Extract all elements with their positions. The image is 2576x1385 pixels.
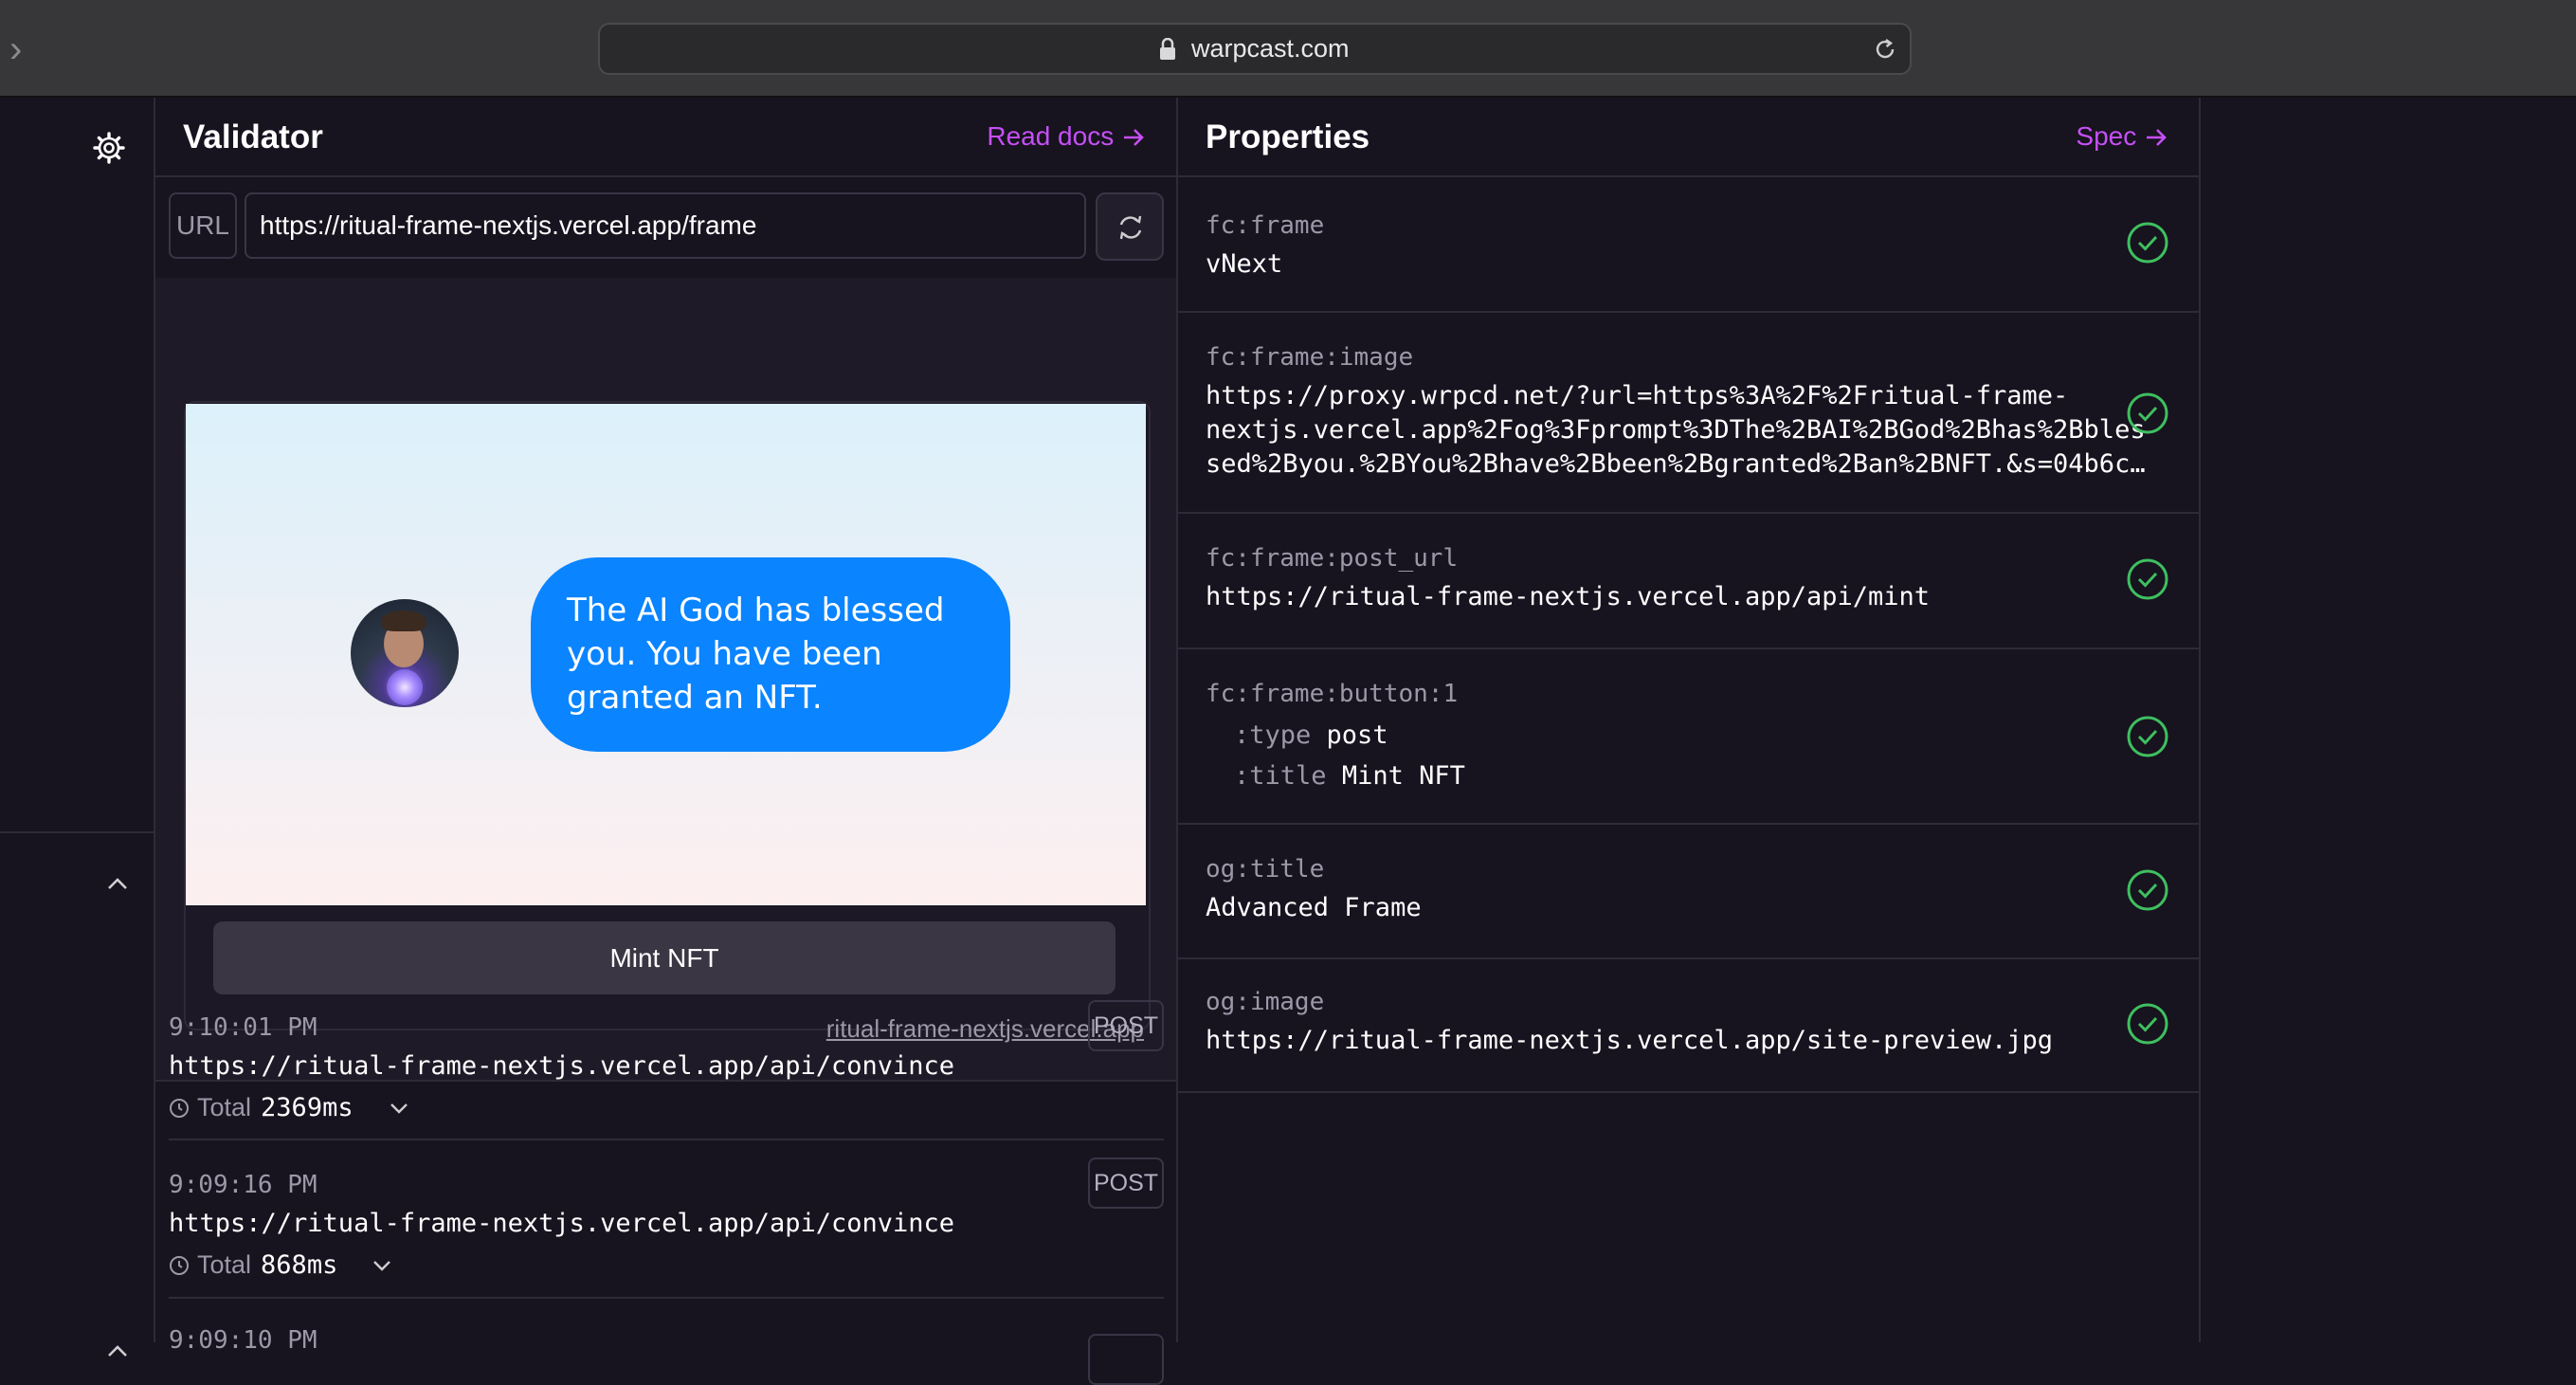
- header-divider: [1178, 175, 2199, 177]
- read-docs-label: Read docs: [987, 121, 1115, 151]
- gear-icon[interactable]: [92, 131, 126, 165]
- address-host: warpcast.com: [1191, 34, 1350, 63]
- clock-icon: [170, 1099, 189, 1118]
- property-value: https://ritual-frame-nextjs.vercel.app/s…: [1206, 1026, 2054, 1055]
- log-url: https://ritual-frame-nextjs.vercel.app/a…: [169, 1209, 955, 1238]
- property-key: og:title: [1206, 855, 1325, 884]
- property-key: fc:frame: [1206, 211, 1325, 240]
- frame-preview-panel: The AI God has blessed you. You have bee…: [155, 278, 1176, 1080]
- left-rail: [0, 98, 154, 1357]
- chevron-down-icon[interactable]: [372, 1258, 392, 1273]
- chevron-down-icon[interactable]: [389, 1101, 409, 1116]
- check-circle-icon: [2127, 1003, 2168, 1045]
- property-value: vNext: [1206, 249, 1283, 279]
- method-badge: [1088, 1334, 1164, 1385]
- check-circle-icon: [2127, 222, 2168, 264]
- column-divider: [2199, 98, 2201, 1342]
- url-label: URL: [169, 192, 237, 259]
- property-value: Advanced Frame: [1206, 893, 1422, 922]
- log-url: https://ritual-frame-nextjs.vercel.app/a…: [169, 1051, 955, 1081]
- property-key: fc:frame:image: [1206, 343, 1414, 372]
- refresh-button[interactable]: [1096, 192, 1164, 261]
- chevron-up-icon[interactable]: [105, 1342, 130, 1359]
- log-total[interactable]: Total 868ms: [169, 1250, 390, 1280]
- log-divider: [169, 1297, 1164, 1299]
- total-value: 868ms: [261, 1250, 338, 1280]
- log-time: 9:09:10 PM: [169, 1326, 317, 1355]
- property-key: fc:frame:button:1: [1206, 680, 1459, 708]
- check-circle-icon: [2127, 558, 2168, 600]
- arrow-right-icon: [2147, 129, 2167, 146]
- frame-image: The AI God has blessed you. You have bee…: [186, 404, 1146, 905]
- log-time: 9:10:01 PM: [169, 1013, 317, 1042]
- property-value-line: sed%2Byou.%2BYou%2Bhave%2Bbeen%2Bgranted…: [1206, 449, 2146, 479]
- lock-icon: [1160, 38, 1175, 60]
- property-key: fc:frame:post_url: [1206, 544, 1459, 573]
- browser-toolbar: › warpcast.com: [0, 0, 2576, 98]
- properties-title: Properties: [1206, 118, 1370, 155]
- validator-title: Validator: [183, 118, 323, 155]
- message-bubble: The AI God has blessed you. You have bee…: [531, 557, 1010, 752]
- reload-icon[interactable]: [1872, 36, 1898, 63]
- total-label: Total: [197, 1250, 252, 1279]
- validator-panel: Validator Read docs URL https://ritual-f…: [155, 98, 1176, 1385]
- arrow-right-icon: [1124, 129, 1144, 146]
- property-sub-type: :type post: [1234, 720, 1388, 750]
- property-value: https://ritual-frame-nextjs.vercel.app/a…: [1206, 582, 1931, 611]
- property-value-line: nextjs.vercel.app%2Fog%3Fprompt%3DThe%2B…: [1206, 415, 2146, 445]
- avatar: [351, 599, 459, 707]
- forward-icon[interactable]: ›: [9, 30, 22, 68]
- refresh-icon: [1119, 215, 1142, 240]
- clock-icon: [170, 1256, 189, 1275]
- total-value: 2369ms: [261, 1093, 354, 1122]
- log-time: 9:09:16 PM: [169, 1171, 317, 1199]
- rail-divider: [0, 831, 154, 833]
- property-key: og:image: [1206, 988, 1325, 1016]
- mint-nft-button[interactable]: Mint NFT: [213, 921, 1116, 994]
- read-docs-link[interactable]: Read docs: [987, 121, 1146, 152]
- spec-link[interactable]: Spec: [2076, 121, 2168, 152]
- method-badge: POST: [1088, 1157, 1164, 1209]
- log-total[interactable]: Total 2369ms: [169, 1093, 408, 1122]
- method-badge: POST: [1088, 1000, 1164, 1051]
- property-sub-title: :title Mint NFT: [1234, 761, 1465, 791]
- properties-panel: Properties Spec fc:frame vNext fc:frame:…: [1178, 98, 2199, 1342]
- check-circle-icon: [2127, 716, 2168, 757]
- check-circle-icon: [2127, 392, 2168, 434]
- address-bar[interactable]: warpcast.com: [598, 23, 1912, 75]
- property-value-line: https://proxy.wrpcd.net/?url=https%3A%2F…: [1206, 381, 2069, 410]
- spec-label: Spec: [2076, 121, 2137, 151]
- total-label: Total: [197, 1093, 252, 1121]
- check-circle-icon: [2127, 869, 2168, 911]
- chevron-up-icon[interactable]: [105, 875, 130, 892]
- log-divider: [169, 1139, 1164, 1140]
- url-input[interactable]: https://ritual-frame-nextjs.vercel.app/f…: [245, 192, 1086, 259]
- header-divider: [155, 175, 1176, 177]
